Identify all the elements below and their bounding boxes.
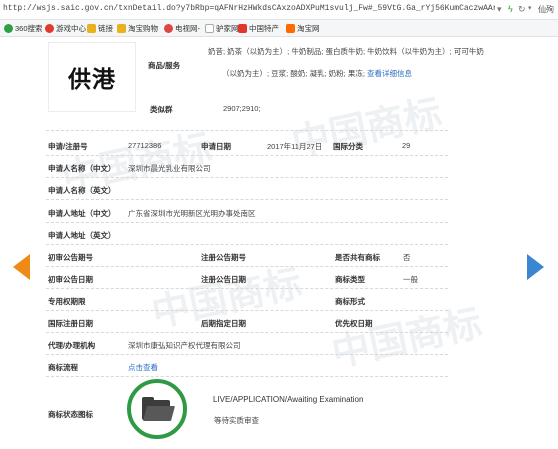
bookmark-label: 淘宝网 (297, 24, 320, 33)
bookmark-taobao-shopping[interactable]: 淘宝购物 (117, 23, 158, 34)
divider (46, 376, 448, 377)
next-arrow-icon[interactable] (527, 254, 544, 280)
user-label[interactable]: 仙殉 (538, 4, 554, 15)
type-label: 商标类型 (335, 275, 365, 284)
goods-services-line2: （以奶为主）; 豆浆; 酸奶; 凝乳; 奶粉; 果冻; 查看详细信息 (222, 68, 412, 79)
bookmark-label: 驴家网 (216, 24, 239, 33)
prev-arrow-icon[interactable] (13, 254, 30, 280)
address-bar[interactable]: http://wsjs.saic.gov.cn/txnDetail.do?y7b… (0, 0, 558, 20)
refresh-icon[interactable]: ↻ (518, 3, 526, 15)
divider (46, 177, 448, 178)
view-detail-link[interactable]: 查看详细信息 (367, 69, 412, 78)
agency-label: 代理/办理机构 (48, 341, 96, 350)
app-date-value: 2017年11月27日 (267, 142, 323, 151)
type-value: 一般 (403, 275, 418, 284)
bookmark-icon (286, 24, 295, 33)
agency-value: 深圳市康弘知识产权代理有限公司 (128, 341, 241, 350)
bookmark-tv-net[interactable]: 电视网- (164, 23, 200, 34)
tv-icon (164, 24, 173, 33)
bookmark-label: 淘宝购物 (128, 24, 158, 33)
page-icon (205, 24, 214, 33)
intl-class-value: 29 (402, 141, 411, 150)
shared-value: 否 (403, 253, 411, 262)
divider (46, 130, 448, 131)
bookmark-lvjia[interactable]: 驴家网 (205, 23, 239, 34)
divider (46, 310, 448, 311)
divider (46, 266, 448, 267)
url-text[interactable]: http://wsjs.saic.gov.cn/txnDetail.do?y7b… (3, 4, 495, 13)
bookmark-label: 链接 (98, 24, 113, 33)
status-icon-label: 商标状态图标 (48, 410, 93, 419)
bookmark-360-search[interactable]: 360搜索 (4, 23, 43, 34)
goods-services-label: 商品/服务 (148, 61, 181, 70)
priority-date-label: 优先权日期 (335, 319, 373, 328)
prelim-pub-no-label: 初审公告期号 (48, 253, 93, 262)
intl-reg-date-label: 国际注册日期 (48, 319, 93, 328)
bookmark-label: 游戏中心 (56, 24, 86, 33)
form-label: 商标形式 (335, 297, 365, 306)
lightning-icon[interactable]: ϟ (508, 3, 513, 15)
applicant-cn-value: 深圳市晨光乳业有限公司 (128, 164, 211, 173)
goods-services-line1: 奶昔; 奶茶（以奶为主）; 牛奶制品; 蛋白质牛奶; 牛奶饮料（以牛奶为主）; … (208, 47, 484, 56)
trademark-image: 供港 (48, 42, 136, 112)
app-date-label: 申请日期 (201, 142, 231, 151)
status-en: LIVE/APPLICATION/Awaiting Examination (213, 395, 364, 404)
shared-label: 是否共有商标 (335, 253, 380, 262)
bookmark-label: 电视网- (175, 24, 200, 33)
goods-services-line2-text: （以奶为主）; 豆浆; 酸奶; 凝乳; 奶粉; 果冻; (222, 69, 365, 78)
reg-pub-no-label: 注册公告期号 (201, 253, 246, 262)
divider (46, 222, 448, 223)
folder-icon (87, 24, 96, 33)
applicant-en-label: 申请人名称（英文） (48, 186, 116, 195)
address-en-label: 申请人地址（英文） (48, 231, 116, 240)
similar-group-label: 类似群 (150, 105, 173, 114)
trademark-detail: 中国商标 中国商标 中国商标 中国商标 供港 商品/服务 奶昔; 奶茶（以奶为主… (0, 37, 558, 449)
status-cn: 等待实质审查 (214, 416, 259, 425)
bookmark-icon (45, 24, 54, 33)
reg-no-label: 申请/注册号 (48, 142, 88, 151)
reg-pub-date-label: 注册公告日期 (201, 275, 246, 284)
address-cn-value: 广东省深圳市光明新区光明办事处南区 (128, 209, 256, 218)
divider (46, 288, 448, 289)
intl-class-label: 国际分类 (333, 142, 363, 151)
bookmark-game-center[interactable]: 游戏中心 (45, 23, 86, 34)
bookmark-icon (238, 24, 247, 33)
bookmark-label: 中国特产 (249, 24, 279, 33)
bookmark-icon (4, 24, 13, 33)
prelim-pub-date-label: 初审公告日期 (48, 275, 93, 284)
divider (46, 332, 448, 333)
status-icon (127, 379, 187, 439)
exclusive-label: 专用权期限 (48, 297, 86, 306)
reg-no-value: 27712386 (128, 141, 162, 150)
later-date-label: 后期指定日期 (201, 319, 246, 328)
open-folder-icon (142, 397, 176, 421)
applicant-cn-label: 申请人名称（中文） (48, 164, 116, 173)
process-link[interactable]: 点击查看 (128, 362, 158, 373)
divider (46, 354, 448, 355)
similar-group-value: 2907;2910; (223, 104, 261, 113)
bookmark-label: 360搜索 (15, 24, 43, 33)
bookmarks-bar: 360搜索 游戏中心 链接 淘宝购物 电视网- 驴家网 中国特产 淘宝网 (0, 20, 558, 37)
process-label: 商标流程 (48, 363, 78, 372)
bookmark-china-specialty[interactable]: 中国特产 (238, 23, 279, 34)
dropdown-icon[interactable]: ▾ (497, 3, 502, 15)
folder-icon (117, 24, 126, 33)
bookmark-links[interactable]: 链接 (87, 23, 113, 34)
divider (46, 199, 448, 200)
divider (46, 244, 448, 245)
bookmark-taobao[interactable]: 淘宝网 (286, 23, 320, 34)
divider (46, 155, 448, 156)
address-cn-label: 申请人地址（中文） (48, 209, 116, 218)
expand-icon[interactable]: ▾ (528, 3, 532, 15)
trademark-image-text: 供港 (68, 66, 116, 93)
